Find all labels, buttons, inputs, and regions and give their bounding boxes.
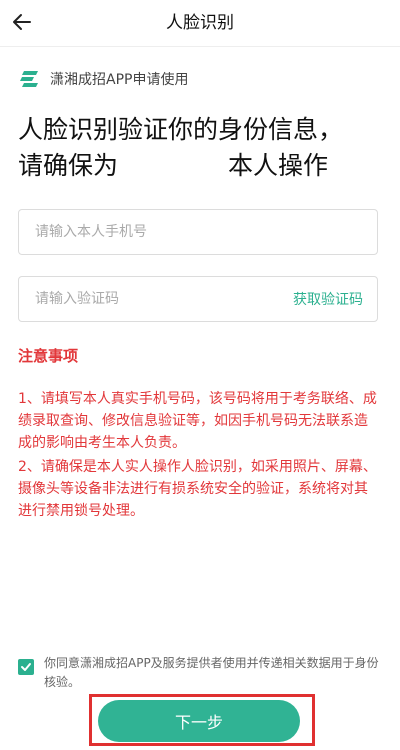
check-icon [21, 663, 31, 671]
notice-item-2: 2、请确保是本人实人操作人脸识别，如采用照片、屏幕、摄像头等设备非法进行有损系统… [18, 459, 377, 519]
notice-item-1: 1、请填写本人真实手机号码，该号码将用于考务联络、成绩录取查询、修改信息验证等，… [18, 391, 377, 451]
top-bar: 人脸识别 [0, 0, 400, 47]
page-title: 人脸识别 [166, 13, 234, 33]
next-button[interactable]: 下一步 [98, 700, 300, 742]
headline-line2: 请确保为 本人操作 [18, 148, 388, 184]
phone-field[interactable] [18, 209, 378, 255]
headline-suffix: 本人操作 [228, 151, 329, 180]
consent-text: 你同意潇湘成招APP及服务提供者使用并传递相关数据用于身份核验。 [44, 656, 379, 689]
notice-text: 1、请填写本人真实手机号码，该号码将用于考务联络、成绩录取查询、修改信息验证等，… [18, 388, 380, 522]
notice-title: 注意事项 [18, 347, 79, 365]
app-name: 潇湘成招APP申请使用 [50, 72, 189, 88]
consent-row: 你同意潇湘成招APP及服务提供者使用并传递相关数据用于身份核验。 [18, 654, 380, 692]
code-input[interactable] [33, 276, 293, 322]
code-field[interactable]: 获取验证码 [18, 276, 378, 322]
phone-input[interactable] [33, 209, 363, 255]
get-code-button[interactable]: 获取验证码 [293, 289, 363, 309]
app-logo-icon [18, 68, 40, 90]
headline-prefix: 请确保为 [18, 151, 119, 180]
consent-checkbox[interactable] [18, 659, 34, 675]
headline-line1: 人脸识别验证你的身份信息， [18, 115, 344, 144]
app-info: 潇湘成招APP申请使用 [18, 68, 188, 90]
page-headline: 人脸识别验证你的身份信息， 请确保为 本人操作 [18, 112, 388, 184]
